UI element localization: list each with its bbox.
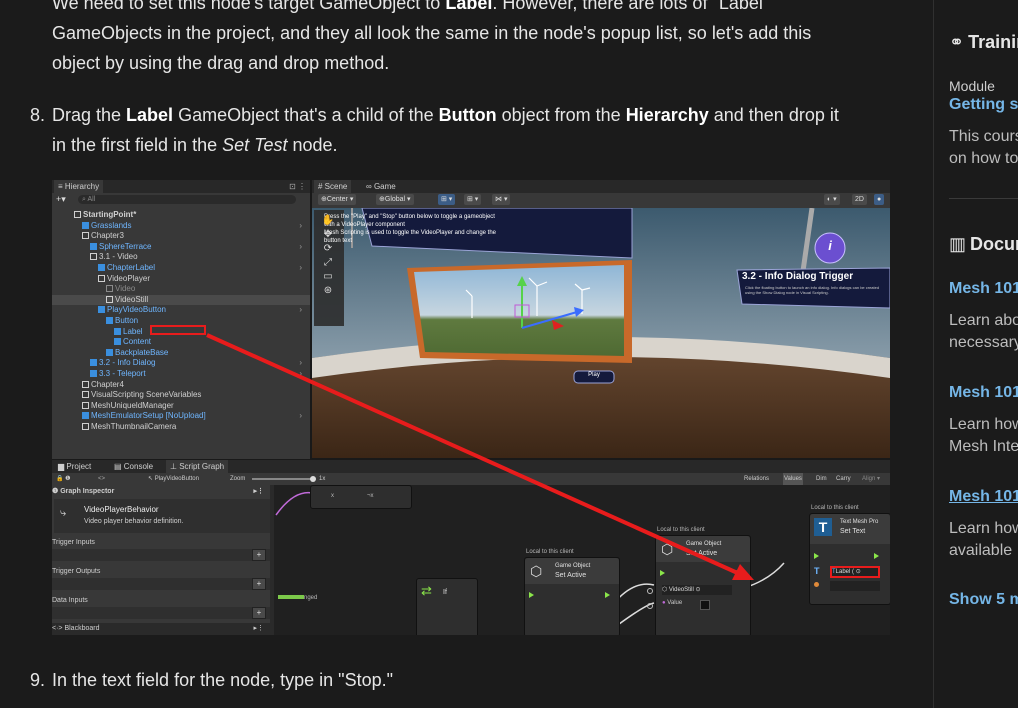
doc-link-2[interactable]: Mesh 101 <box>949 384 1018 402</box>
module-label: Module <box>949 78 995 94</box>
documentation-heading: ▥Docum <box>949 234 1018 254</box>
book-icon: ▥ <box>949 234 967 254</box>
step-8-number: 8. <box>30 105 46 125</box>
rail-divider <box>933 0 934 708</box>
unity-editor-screenshot: ≡ Hierarchy ⊡ ⋮ +▾ ⌕ All StartingPoint* G… <box>52 180 890 635</box>
article-content: We need to set this node's target GameOb… <box>0 0 905 708</box>
course-description: This cours on how to <box>949 128 1018 167</box>
doc-link-3-description: Learn how available <box>949 520 1018 559</box>
intro-line-3: object by using the drag and drop method… <box>52 53 390 73</box>
training-icon: ⚭ <box>949 32 965 52</box>
doc-link-2-description: Learn how Mesh Inte <box>949 416 1018 455</box>
module-link[interactable]: Getting s <box>949 96 1018 114</box>
doc-link-3[interactable]: Mesh 101 <box>949 488 1018 506</box>
drag-arrow-overlay <box>206 333 754 580</box>
intro-line-1: We need to set this node's target GameOb… <box>52 0 770 13</box>
rail-separator <box>949 198 1018 199</box>
training-heading: ⚭Trainin <box>949 32 1018 52</box>
doc-link-1[interactable]: Mesh 101 <box>949 280 1018 298</box>
doc-link-1-description: Learn abo necessary <box>949 312 1018 351</box>
show-more-link[interactable]: Show 5 m <box>949 591 1018 609</box>
right-rail: ⚭Trainin Module Getting s This cours on … <box>905 0 1018 708</box>
intro-paragraph: We need to set this node's target GameOb… <box>52 0 892 78</box>
intro-line-2: GameObjects in the project, and they all… <box>52 23 812 43</box>
step-9-text: In the text field for the node, type in … <box>52 670 393 690</box>
step-8-text: Drag the Label GameObject that's a child… <box>52 105 839 155</box>
step-9-number: 9. <box>30 670 46 690</box>
